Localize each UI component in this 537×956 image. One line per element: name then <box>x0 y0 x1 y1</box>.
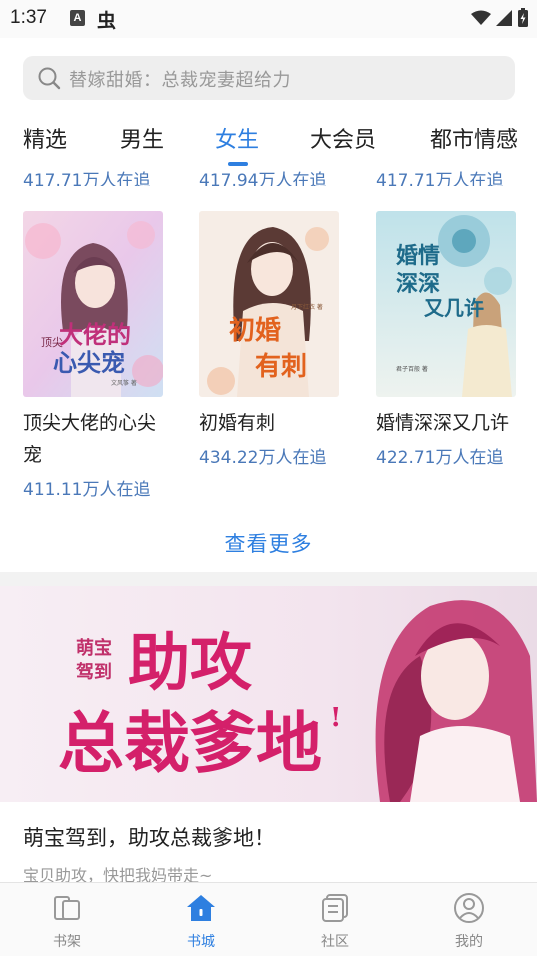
signal-icon <box>496 10 512 26</box>
cover-author: 文风筝 著 <box>111 379 137 387</box>
search-placeholder: 替嫁甜婚：总裁宠妻超给力 <box>69 70 291 91</box>
tab-featured[interactable]: 精选 <box>23 122 67 154</box>
keyboard-notification-icon: A <box>70 10 85 26</box>
nav-label: 社区 <box>321 934 349 950</box>
bookstore-home-icon <box>187 895 215 921</box>
status-bar: 1:37 A 虫 <box>0 0 537 38</box>
banner-art-text: 总裁爹地 <box>58 704 322 782</box>
bottom-navigation: 书架 书城 社区 我的 <box>0 882 537 956</box>
cover-author: 月下红衣 著 <box>291 303 323 311</box>
cover-text: 心尖宠 <box>53 348 125 377</box>
book-cover-art: 初婚 有刺 月下红衣 著 <box>199 211 339 397</box>
banner-art-text: 驾到 <box>76 661 112 683</box>
tab-male[interactable]: 男生 <box>120 122 164 154</box>
search-icon <box>38 67 61 90</box>
wifi-icon <box>471 10 491 25</box>
status-indicators <box>471 8 529 28</box>
book-cover-art: 婚情 深深 又几许 君子百般 著 <box>376 211 516 397</box>
nav-label: 书城 <box>187 934 215 950</box>
cover-text: 婚情 <box>396 243 440 269</box>
profile-icon <box>454 893 484 923</box>
cover-text: 有刺 <box>255 352 307 382</box>
nav-label: 我的 <box>455 934 483 950</box>
book-readers: 411.11万人在追 <box>23 480 151 500</box>
book-readers: 417.71万人在追 <box>376 171 504 186</box>
active-tab-indicator <box>228 162 248 166</box>
cover-author: 君子百般 著 <box>396 365 428 373</box>
cover-text: 大佬的 <box>59 320 131 349</box>
book-title: 初婚有刺 <box>199 412 276 434</box>
community-icon <box>322 894 348 922</box>
tab-female[interactable]: 女生 <box>215 122 259 154</box>
app-screen: 1:37 A 虫 替嫁甜婚：总裁宠妻超给力 精选 男生 女生 大会员 都市情感 … <box>0 0 537 956</box>
nav-profile[interactable]: 我的 <box>402 883 536 956</box>
book-card[interactable]: 初婚 有刺 月下红衣 著 初婚有刺 434.22万人在追 <box>199 211 339 468</box>
tab-urban-romance[interactable]: 都市情感 <box>430 122 518 154</box>
banner-title[interactable]: 萌宝驾到，助攻总裁爹地！ <box>23 822 275 852</box>
book-readers: 422.71万人在追 <box>376 448 504 468</box>
banner-art-text: ! <box>330 703 341 733</box>
book-cover: 顶尖 大佬的 心尖宠 文风筝 著 <box>23 211 163 397</box>
debug-notification-icon: 虫 <box>97 10 117 32</box>
tab-vip[interactable]: 大会员 <box>310 122 376 154</box>
banner-art-text: 助攻 <box>128 626 253 699</box>
banner-art-text: 萌宝 <box>76 637 112 659</box>
section-divider <box>0 572 537 586</box>
book-title: 婚情深深又几许 <box>376 412 510 434</box>
book-readers: 434.22万人在追 <box>199 448 327 468</box>
bookshelf-icon <box>54 896 80 920</box>
promo-banner-art: 萌宝 驾到 助攻 总裁爹地 ! <box>0 586 537 802</box>
nav-label: 书架 <box>53 934 81 950</box>
cover-text: 深深 <box>396 271 440 297</box>
cover-text: 初婚 <box>229 316 281 346</box>
book-readers: 417.94万人在追 <box>199 171 327 186</box>
book-card[interactable]: 婚情 深深 又几许 君子百般 著 婚情深深又几许 422.71万人在追 <box>376 211 516 468</box>
nav-community[interactable]: 社区 <box>268 883 402 956</box>
book-card[interactable]: 顶尖 大佬的 心尖宠 文风筝 著 顶尖大佬的心尖宠 411.11万人在追 <box>23 211 163 500</box>
status-time: 1:37 <box>10 7 47 28</box>
search-bar[interactable]: 替嫁甜婚：总裁宠妻超给力 <box>23 56 515 100</box>
nav-bookstore[interactable]: 书城 <box>134 883 268 956</box>
cover-text: 又几许 <box>424 296 484 320</box>
book-cover: 初婚 有刺 月下红衣 著 <box>199 211 339 397</box>
category-tabs: 精选 男生 女生 大会员 都市情感 <box>0 118 537 168</box>
nav-bookshelf[interactable]: 书架 <box>0 883 134 956</box>
previous-row-clipped: 417.71万人在追 417.94万人在追 417.71万人在追 <box>0 170 537 186</box>
book-title: 顶尖大佬的心尖宠 <box>23 412 157 466</box>
battery-charging-icon <box>518 8 528 27</box>
promo-banner[interactable]: 萌宝 驾到 助攻 总裁爹地 ! <box>0 586 537 802</box>
book-cover: 婚情 深深 又几许 君子百般 著 <box>376 211 516 397</box>
book-cover-art: 顶尖 大佬的 心尖宠 文风筝 著 <box>23 211 163 397</box>
view-more-link[interactable]: 查看更多 <box>0 528 537 558</box>
book-readers: 417.71万人在追 <box>23 171 151 186</box>
